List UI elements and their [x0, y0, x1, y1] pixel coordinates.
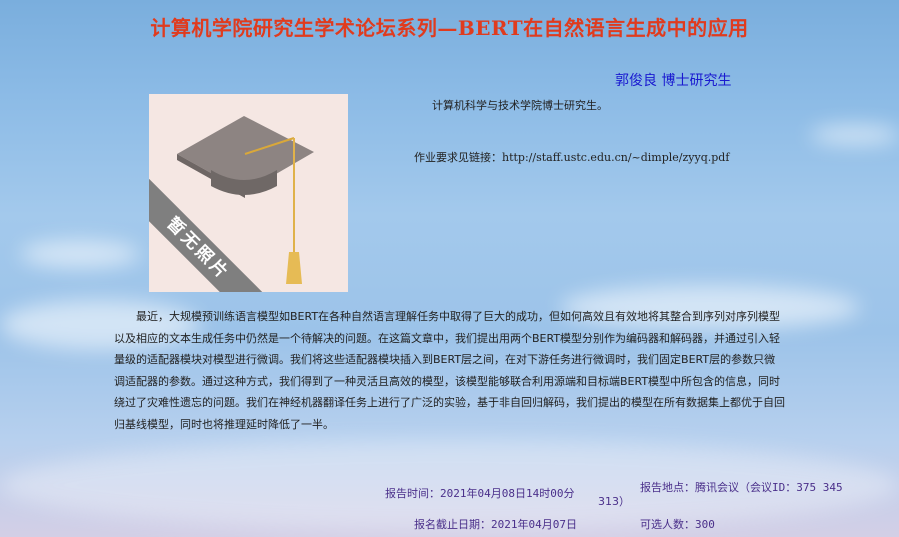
report-time-label: 报告时间： [385, 487, 440, 500]
homework-line: 作业要求见链接：http://staff.ustc.edu.cn/~dimple… [414, 149, 729, 165]
speaker-bio: 计算机科学与技术学院博士研究生。 [432, 99, 608, 112]
report-time-value: 2021年04月08日14时00分 [440, 487, 575, 500]
speaker-name: 郭俊良 博士研究生 [615, 73, 732, 89]
report-location: 报告地点：腾讯会议（会议ID：375 345 [640, 479, 843, 495]
report-location-label: 报告地点： [640, 481, 695, 494]
background-cloud [20, 240, 140, 268]
capacity: 可选人数：300 [640, 516, 715, 532]
capacity-label: 可选人数： [640, 518, 695, 531]
background-cloud [810, 125, 899, 145]
registration-deadline: 报名截止日期：2021年04月07日 [414, 516, 577, 532]
speaker-photo-placeholder: 暂无照片 [149, 94, 348, 292]
deadline-label: 报名截止日期： [414, 518, 491, 531]
homework-label: 作业要求见链接： [414, 151, 502, 164]
homework-link[interactable]: http://staff.ustc.edu.cn/~dimple/zyyq.pd… [502, 151, 729, 164]
deadline-value: 2021年04月07日 [491, 518, 577, 531]
graduation-cap-icon [177, 116, 314, 284]
report-location-continued: 313） [598, 495, 630, 508]
report-location-value: 腾讯会议（会议ID：375 345 [695, 481, 843, 494]
report-time: 报告时间：2021年04月08日14时00分 [385, 485, 574, 501]
page-title: 计算机学院研究生学术论坛系列—BERT在自然语言生成中的应用 [150, 16, 749, 40]
capacity-value: 300 [695, 518, 715, 531]
abstract-text: 最近，大规模预训练语言模型如BERT在各种自然语言理解任务中取得了巨大的成功，但… [114, 310, 785, 431]
